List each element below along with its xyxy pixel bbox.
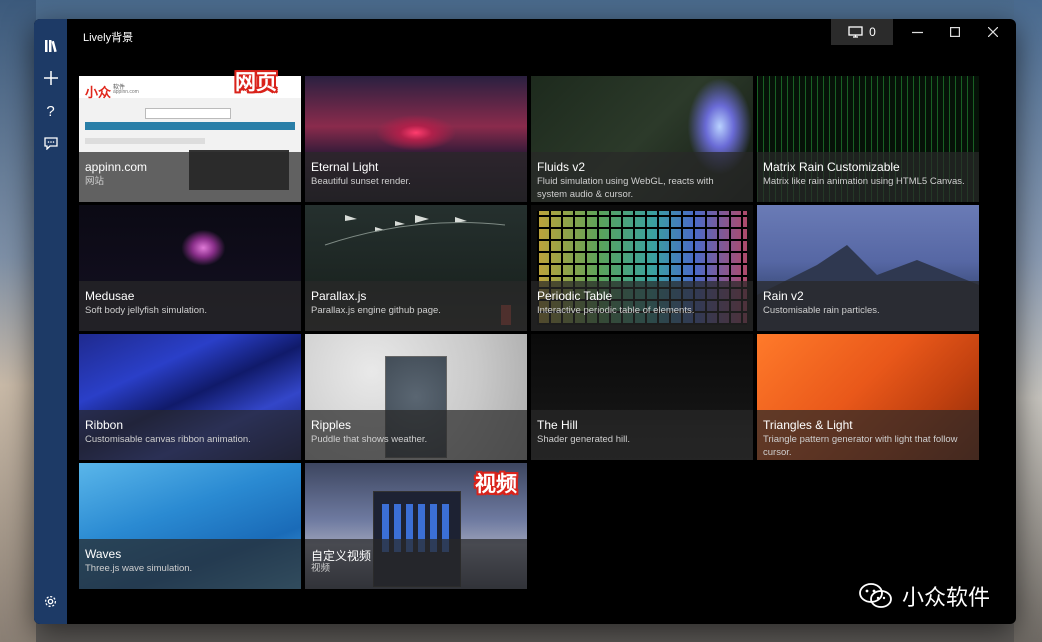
tile-description: Interactive periodic table of elements. [537,305,695,316]
tile-caption: Rain v2 Customisable rain particles. [757,281,979,331]
tile-caption: Triangles & Light Triangle pattern gener… [757,410,979,460]
tile-description: Beautiful sunset render. [311,176,411,187]
help-icon[interactable]: ? [34,97,67,125]
monitor-select-button[interactable]: 0 [831,19,893,45]
tile-caption: Periodic Table Interactive periodic tabl… [531,281,753,331]
tile-description: Shader generated hill. [537,434,630,445]
wallpaper-tile-periodic-table[interactable]: Periodic Table Interactive periodic tabl… [531,205,753,331]
tile-description: Customisable canvas ribbon animation. [85,434,251,445]
close-button[interactable] [974,19,1012,45]
tile-caption: Waves Three.js wave simulation. [79,539,301,589]
tile-caption: Ribbon Customisable canvas ribbon animat… [79,410,301,460]
tile-description: Three.js wave simulation. [85,563,193,574]
tile-title: Rain v2 [763,289,804,303]
minimize-button[interactable] [898,19,936,45]
library-icon[interactable] [34,32,67,60]
sidebar: ? [34,19,67,624]
tile-title: Waves [85,547,122,561]
desktop-background-left [0,0,36,642]
tile-description: Triangle pattern generator with light th… [763,434,958,458]
desktop-background-right [1014,0,1042,642]
tile-title: Medusae [85,289,135,303]
wallpaper-tile-fluids[interactable]: Fluids v2 Fluid simulation using WebGL, … [531,76,753,202]
web-badge: 网页 [235,70,277,94]
monitor-icon [848,26,863,38]
wallpaper-tile-parallax[interactable]: Parallax.js Parallax.js engine github pa… [305,205,527,331]
wallpaper-tile-medusae[interactable]: Medusae Soft body jellyfish simulation. [79,205,301,331]
maximize-button[interactable] [936,19,974,45]
add-icon[interactable] [34,64,67,92]
tile-caption: Matrix Rain Customizable Matrix like rai… [757,152,979,202]
tile-caption: appinn.com 网站 [79,152,301,202]
app-window: ? Lively背景 0 小众 软件 appinn.com appinn.com… [34,19,1016,624]
tile-description: Puddle that shows weather. [311,434,428,445]
tile-description: 视频 [311,563,331,574]
wallpaper-tile-eternal-light[interactable]: Eternal Light Beautiful sunset render. [305,76,527,202]
wallpaper-tile-the-hill[interactable]: The Hill Shader generated hill. [531,334,753,460]
wallpaper-tile-ripples[interactable]: Ripples Puddle that shows weather. [305,334,527,460]
wechat-icon [858,582,894,610]
site-url: appinn.com [113,89,139,95]
watermark-text: 小众软件 [902,586,991,611]
monitor-count: 0 [869,25,876,39]
settings-icon[interactable] [34,587,67,615]
tile-caption: Ripples Puddle that shows weather. [305,410,527,460]
tile-title: Eternal Light [311,160,379,174]
title-bar: Lively背景 0 [67,19,1016,53]
tile-description: Soft body jellyfish simulation. [85,305,207,316]
tile-title: appinn.com [85,160,148,174]
wallpaper-tile-rain[interactable]: Rain v2 Customisable rain particles. [757,205,979,331]
tile-title: Fluids v2 [537,160,586,174]
tile-description: Fluid simulation using WebGL, reacts wit… [537,176,714,200]
tile-description: Parallax.js engine github page. [311,305,441,316]
tile-caption: 自定义视频 视频 [305,539,527,589]
tile-title: Ribbon [85,418,124,432]
site-logo: 小众 [85,85,112,100]
tile-caption: Eternal Light Beautiful sunset render. [305,152,527,202]
tile-description: 网站 [85,176,105,187]
tile-description: Matrix like rain animation using HTML5 C… [763,176,965,187]
tile-title: Periodic Table [537,289,613,303]
tile-title: Parallax.js [311,289,367,303]
wallpaper-tile-matrix-rain[interactable]: Matrix Rain Customizable Matrix like rai… [757,76,979,202]
watermark: 小众软件 [858,580,990,612]
app-title: Lively背景 [83,32,134,44]
wallpaper-tile-ribbon[interactable]: Ribbon Customisable canvas ribbon animat… [79,334,301,460]
wallpaper-tile-triangles[interactable]: Triangles & Light Triangle pattern gener… [757,334,979,460]
tile-caption: The Hill Shader generated hill. [531,410,753,460]
tile-title: The Hill [537,418,578,432]
tile-title: Ripples [311,418,352,432]
video-badge: 视频 [475,472,517,496]
tile-caption: Medusae Soft body jellyfish simulation. [79,281,301,331]
tile-title: Triangles & Light [763,418,853,432]
tile-title: Matrix Rain Customizable [763,160,900,174]
tile-caption: Fluids v2 Fluid simulation using WebGL, … [531,152,753,202]
tile-description: Customisable rain particles. [763,305,880,316]
wallpaper-tile-waves[interactable]: Waves Three.js wave simulation. [79,463,301,589]
feedback-icon[interactable] [34,129,67,157]
tile-caption: Parallax.js Parallax.js engine github pa… [305,281,527,331]
